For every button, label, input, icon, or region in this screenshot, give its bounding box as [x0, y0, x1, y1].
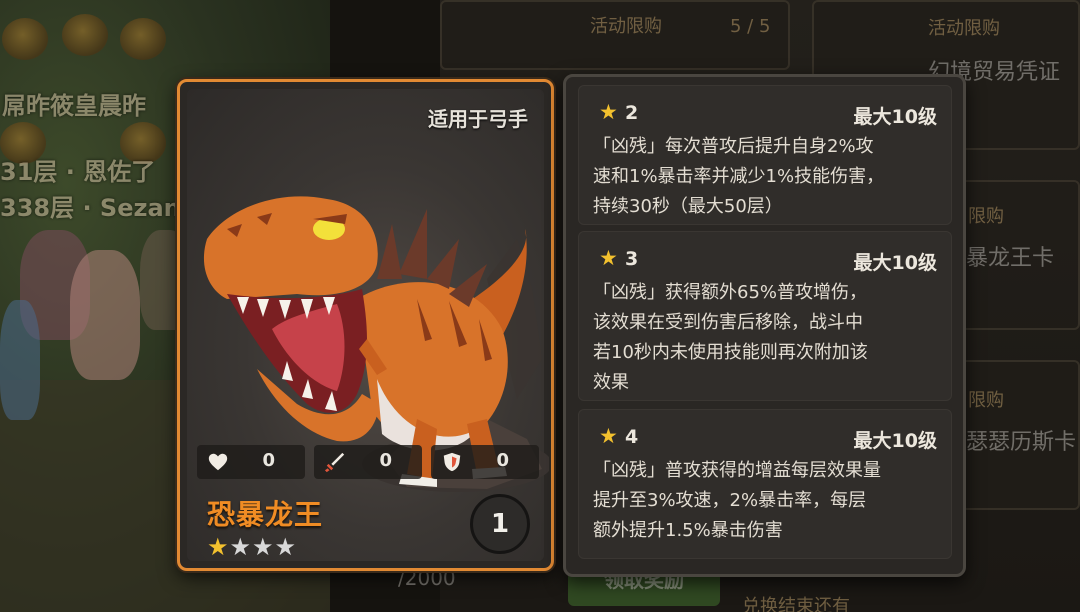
event-counter: 5 / 5 — [730, 16, 771, 37]
event-label: 活动限购 — [590, 16, 662, 37]
stat-attack-value: 0 — [379, 450, 392, 471]
bg-scroll-text: 338层 · Sezan — [0, 194, 181, 222]
card-count-badge: 1 — [470, 494, 530, 554]
skill-tier-4: ★ 4 最大10级 「凶残」普攻获得的增益每层效果量 提升至3%攻速，2%暴击率… — [578, 409, 952, 559]
skill-description: 「凶残」普攻获得的增益每层效果量 提升至3%攻速，2%暴击率，每层 额外提升1.… — [593, 460, 881, 541]
skill-star-level: 2 — [625, 102, 639, 124]
event-icon — [2, 18, 48, 60]
event-label: 活动限购 — [928, 18, 1000, 39]
stat-health: 0 — [197, 445, 305, 479]
card-detail-panel: 适用于弓手 0 0 0 恐暴龙王 ★★★★ 1 — [177, 79, 554, 571]
hero-sprite — [70, 250, 140, 380]
event-label: 限购 — [968, 206, 1004, 227]
bg-scroll-text: 屌昨筱皇晨昨 — [2, 92, 146, 120]
skill-max-level: 最大10级 — [853, 106, 937, 128]
star-empty-icon: ★★★ — [229, 533, 298, 561]
skill-tier-3: ★ 3 最大10级 「凶残」获得额外65%普攻增伤， 该效果在受到伤害后移除，战… — [578, 231, 952, 401]
stat-attack: 0 — [314, 445, 422, 479]
hero-sprite — [0, 300, 40, 420]
event-icon — [120, 18, 166, 60]
skill-max-level: 最大10级 — [853, 252, 937, 274]
skill-tier-2: ★ 2 最大10级 「凶残」每次普攻后提升自身2%攻 速和1%暴击率并减少1%技… — [578, 85, 952, 225]
class-restriction-label: 适用于弓手 — [428, 107, 528, 131]
card-skills-panel: ★ 2 最大10级 「凶残」每次普攻后提升自身2%攻 速和1%暴击率并减少1%技… — [563, 74, 966, 577]
skill-description: 「凶残」每次普攻后提升自身2%攻 速和1%暴击率并减少1%技能伤害， 持续30秒… — [593, 136, 885, 217]
shop-item-name: 瑟瑟历斯卡 — [966, 430, 1077, 455]
shield-icon — [443, 452, 461, 472]
shop-item-name: 暴龙王卡 — [966, 246, 1055, 271]
card-name: 恐暴龙王 — [207, 498, 324, 531]
stat-defense-value: 0 — [496, 450, 509, 471]
skill-star-level: 4 — [625, 426, 639, 448]
skill-max-level: 最大10级 — [853, 430, 937, 452]
star-icon: ★ — [599, 100, 618, 124]
bg-scroll-text: 31层 · 恩佐了 — [0, 158, 156, 186]
event-label: 限购 — [968, 390, 1004, 411]
event-icon — [62, 14, 108, 56]
sword-icon — [324, 452, 345, 473]
stat-defense: 0 — [431, 445, 539, 479]
star-icon: ★ — [599, 424, 618, 448]
stat-health-value: 0 — [262, 450, 275, 471]
skill-description: 「凶残」获得额外65%普攻增伤， 该效果在受到伤害后移除，战斗中 若10秒内未使… — [593, 282, 868, 393]
card-stats-bar: 0 0 0 — [197, 445, 542, 479]
skill-star-level: 3 — [625, 248, 639, 270]
star-icon: ★ — [599, 246, 618, 270]
countdown-label: 兑换结束还有 — [742, 596, 850, 612]
star-filled-icon: ★ — [207, 533, 230, 561]
card-art-frame: 适用于弓手 0 0 0 恐暴龙王 ★★★★ 1 — [187, 89, 549, 561]
heart-icon — [208, 453, 228, 471]
card-star-rating: ★★★★ — [207, 533, 297, 561]
